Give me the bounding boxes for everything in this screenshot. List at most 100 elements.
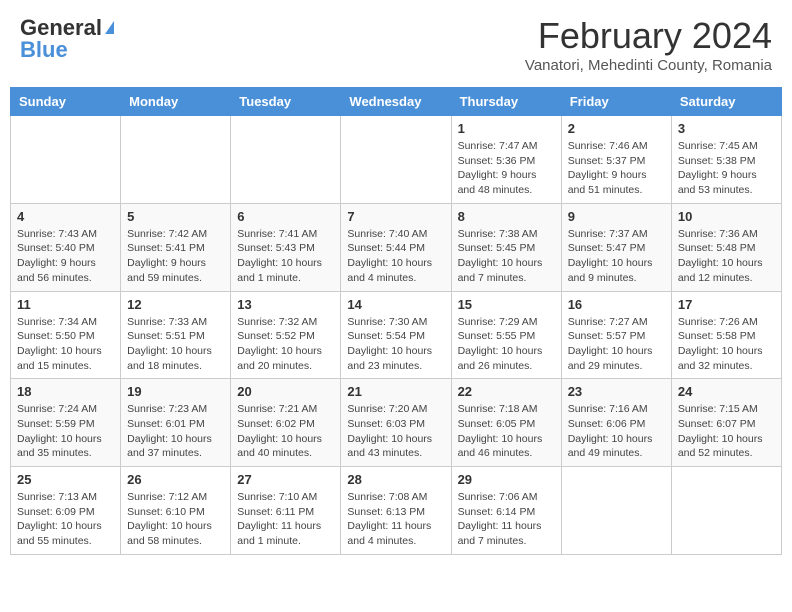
cell-date-number: 25: [17, 472, 114, 487]
table-row: 29 Sunrise: 7:06 AM Sunset: 6:14 PM Dayli…: [451, 467, 561, 555]
cell-sun-info: Sunrise: 7:18 AM Sunset: 6:05 PM Dayligh…: [458, 402, 555, 461]
cell-date-number: 14: [347, 297, 444, 312]
cell-date-number: 27: [237, 472, 334, 487]
cell-sun-info: Sunrise: 7:33 AM Sunset: 5:51 PM Dayligh…: [127, 315, 224, 374]
table-row: [11, 116, 121, 204]
cell-sun-info: Sunrise: 7:38 AM Sunset: 5:45 PM Dayligh…: [458, 227, 555, 286]
cell-sun-info: Sunrise: 7:16 AM Sunset: 6:06 PM Dayligh…: [568, 402, 665, 461]
table-row: [671, 467, 781, 555]
table-row: 9 Sunrise: 7:37 AM Sunset: 5:47 PM Daylig…: [561, 203, 671, 291]
cell-sun-info: Sunrise: 7:43 AM Sunset: 5:40 PM Dayligh…: [17, 227, 114, 286]
col-monday: Monday: [121, 88, 231, 116]
cell-date-number: 2: [568, 121, 665, 136]
cell-sun-info: Sunrise: 7:13 AM Sunset: 6:09 PM Dayligh…: [17, 490, 114, 549]
calendar-week-row: 1Sunrise: 7:47 AM Sunset: 5:36 PM Daylig…: [11, 116, 782, 204]
cell-date-number: 21: [347, 384, 444, 399]
cell-date-number: 3: [678, 121, 775, 136]
table-row: 24 Sunrise: 7:15 AM Sunset: 6:07 PM Dayli…: [671, 379, 781, 467]
cell-sun-info: Sunrise: 7:36 AM Sunset: 5:48 PM Dayligh…: [678, 227, 775, 286]
cell-sun-info: Sunrise: 7:21 AM Sunset: 6:02 PM Dayligh…: [237, 402, 334, 461]
cell-sun-info: Sunrise: 7:08 AM Sunset: 6:13 PM Dayligh…: [347, 490, 444, 549]
cell-date-number: 15: [458, 297, 555, 312]
table-row: 28 Sunrise: 7:08 AM Sunset: 6:13 PM Dayli…: [341, 467, 451, 555]
cell-sun-info: Sunrise: 7:45 AM Sunset: 5:38 PM Dayligh…: [678, 139, 775, 198]
cell-date-number: 9: [568, 209, 665, 224]
table-row: 8 Sunrise: 7:38 AM Sunset: 5:45 PM Daylig…: [451, 203, 561, 291]
month-title: February 2024: [525, 15, 772, 57]
cell-sun-info: Sunrise: 7:12 AM Sunset: 6:10 PM Dayligh…: [127, 490, 224, 549]
table-row: [121, 116, 231, 204]
table-row: 26 Sunrise: 7:12 AM Sunset: 6:10 PM Dayli…: [121, 467, 231, 555]
cell-date-number: 4: [17, 209, 114, 224]
col-saturday: Saturday: [671, 88, 781, 116]
cell-sun-info: Sunrise: 7:40 AM Sunset: 5:44 PM Dayligh…: [347, 227, 444, 286]
calendar-week-row: 4 Sunrise: 7:43 AM Sunset: 5:40 PM Daylig…: [11, 203, 782, 291]
table-row: 11Sunrise: 7:34 AM Sunset: 5:50 PM Dayli…: [11, 291, 121, 379]
cell-sun-info: Sunrise: 7:06 AM Sunset: 6:14 PM Dayligh…: [458, 490, 555, 549]
cell-date-number: 24: [678, 384, 775, 399]
cell-date-number: 10: [678, 209, 775, 224]
table-row: 20 Sunrise: 7:21 AM Sunset: 6:02 PM Dayli…: [231, 379, 341, 467]
table-row: 19Sunrise: 7:23 AM Sunset: 6:01 PM Dayli…: [121, 379, 231, 467]
logo-blue-text: Blue: [20, 37, 68, 63]
cell-date-number: 17: [678, 297, 775, 312]
col-tuesday: Tuesday: [231, 88, 341, 116]
cell-date-number: 23: [568, 384, 665, 399]
cell-date-number: 28: [347, 472, 444, 487]
col-friday: Friday: [561, 88, 671, 116]
cell-sun-info: Sunrise: 7:30 AM Sunset: 5:54 PM Dayligh…: [347, 315, 444, 374]
table-row: 23 Sunrise: 7:16 AM Sunset: 6:06 PM Dayli…: [561, 379, 671, 467]
cell-sun-info: Sunrise: 7:41 AM Sunset: 5:43 PM Dayligh…: [237, 227, 334, 286]
cell-date-number: 12: [127, 297, 224, 312]
table-row: 25 Sunrise: 7:13 AM Sunset: 6:09 PM Dayli…: [11, 467, 121, 555]
table-row: 3 Sunrise: 7:45 AM Sunset: 5:38 PM Daylig…: [671, 116, 781, 204]
cell-date-number: 29: [458, 472, 555, 487]
table-row: 4 Sunrise: 7:43 AM Sunset: 5:40 PM Daylig…: [11, 203, 121, 291]
calendar-week-row: 18 Sunrise: 7:24 AM Sunset: 5:59 PM Dayli…: [11, 379, 782, 467]
table-row: 10 Sunrise: 7:36 AM Sunset: 5:48 PM Dayli…: [671, 203, 781, 291]
title-area: February 2024 Vanatori, Mehedinti County…: [525, 15, 772, 74]
table-row: 5Sunrise: 7:42 AM Sunset: 5:41 PM Daylig…: [121, 203, 231, 291]
cell-date-number: 6: [237, 209, 334, 224]
cell-sun-info: Sunrise: 7:47 AM Sunset: 5:36 PM Dayligh…: [458, 139, 555, 198]
table-row: 16 Sunrise: 7:27 AM Sunset: 5:57 PM Dayli…: [561, 291, 671, 379]
col-sunday: Sunday: [11, 88, 121, 116]
cell-date-number: 8: [458, 209, 555, 224]
cell-date-number: 16: [568, 297, 665, 312]
cell-sun-info: Sunrise: 7:15 AM Sunset: 6:07 PM Dayligh…: [678, 402, 775, 461]
logo: General Blue: [20, 15, 114, 63]
header: General Blue February 2024 Vanatori, Meh…: [10, 10, 782, 79]
cell-date-number: 7: [347, 209, 444, 224]
table-row: 13Sunrise: 7:32 AM Sunset: 5:52 PM Dayli…: [231, 291, 341, 379]
table-row: 21 Sunrise: 7:20 AM Sunset: 6:03 PM Dayli…: [341, 379, 451, 467]
cell-date-number: 26: [127, 472, 224, 487]
table-row: 1Sunrise: 7:47 AM Sunset: 5:36 PM Daylig…: [451, 116, 561, 204]
cell-date-number: 22: [458, 384, 555, 399]
cell-date-number: 5: [127, 209, 224, 224]
cell-sun-info: Sunrise: 7:10 AM Sunset: 6:11 PM Dayligh…: [237, 490, 334, 549]
table-row: 22 Sunrise: 7:18 AM Sunset: 6:05 PM Dayli…: [451, 379, 561, 467]
logo-triangle-icon: [105, 21, 114, 34]
location-subtitle: Vanatori, Mehedinti County, Romania: [525, 57, 772, 74]
cell-sun-info: Sunrise: 7:29 AM Sunset: 5:55 PM Dayligh…: [458, 315, 555, 374]
table-row: 27 Sunrise: 7:10 AM Sunset: 6:11 PM Dayli…: [231, 467, 341, 555]
table-row: 18 Sunrise: 7:24 AM Sunset: 5:59 PM Dayli…: [11, 379, 121, 467]
cell-date-number: 11: [17, 297, 114, 312]
cell-sun-info: Sunrise: 7:20 AM Sunset: 6:03 PM Dayligh…: [347, 402, 444, 461]
cell-sun-info: Sunrise: 7:24 AM Sunset: 5:59 PM Dayligh…: [17, 402, 114, 461]
calendar-header-row: Sunday Monday Tuesday Wednesday Thursday…: [11, 88, 782, 116]
col-thursday: Thursday: [451, 88, 561, 116]
table-row: 14 Sunrise: 7:30 AM Sunset: 5:54 PM Dayli…: [341, 291, 451, 379]
table-row: 12 Sunrise: 7:33 AM Sunset: 5:51 PM Dayli…: [121, 291, 231, 379]
table-row: [561, 467, 671, 555]
cell-sun-info: Sunrise: 7:32 AM Sunset: 5:52 PM Dayligh…: [237, 315, 334, 374]
table-row: 6 Sunrise: 7:41 AM Sunset: 5:43 PM Daylig…: [231, 203, 341, 291]
cell-date-number: 18: [17, 384, 114, 399]
cell-sun-info: Sunrise: 7:37 AM Sunset: 5:47 PM Dayligh…: [568, 227, 665, 286]
calendar-week-row: 11Sunrise: 7:34 AM Sunset: 5:50 PM Dayli…: [11, 291, 782, 379]
table-row: [341, 116, 451, 204]
cell-sun-info: Sunrise: 7:27 AM Sunset: 5:57 PM Dayligh…: [568, 315, 665, 374]
calendar-table: Sunday Monday Tuesday Wednesday Thursday…: [10, 87, 782, 555]
cell-date-number: 20: [237, 384, 334, 399]
cell-date-number: 19: [127, 384, 224, 399]
